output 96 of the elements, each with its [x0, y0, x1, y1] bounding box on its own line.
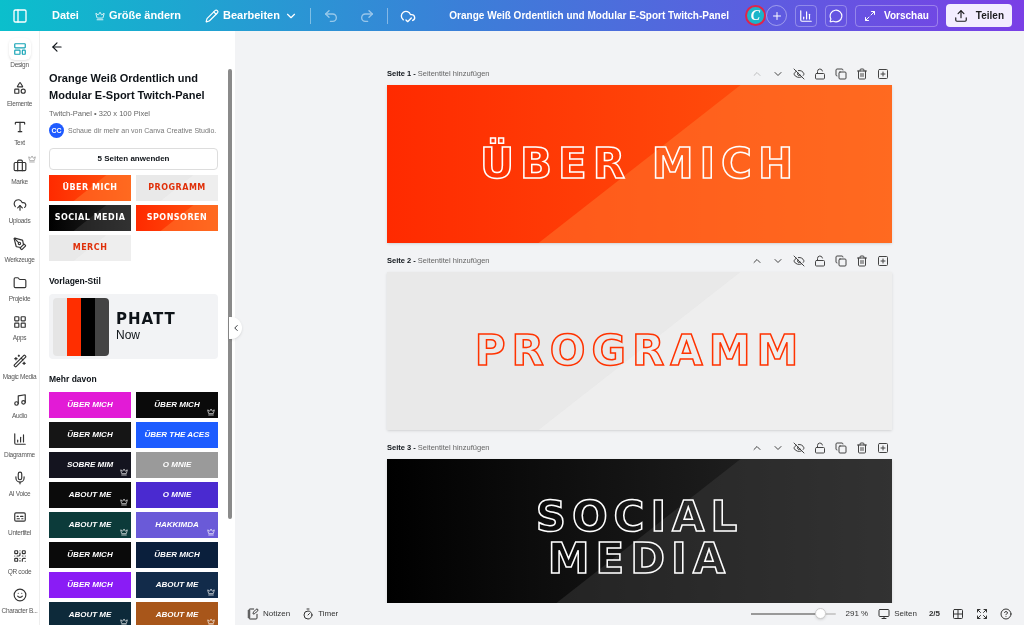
template-thumbnail[interactable]: ÜBER MICH	[49, 541, 131, 568]
lock-icon[interactable]	[814, 255, 826, 267]
page-thumbnail[interactable]: PROGRAMM	[136, 175, 218, 202]
page-canvas[interactable]: SOCIAL MEDIA	[387, 459, 892, 603]
color-swatch	[81, 297, 95, 356]
template-thumbnail[interactable]: ÜBER MICH	[49, 421, 131, 448]
folder-icon	[12, 276, 27, 290]
template-thumbnail[interactable]: O MNIE	[136, 481, 218, 508]
template-thumbnail[interactable]: ÜBER MICH	[136, 391, 218, 418]
share-icon	[953, 8, 968, 23]
crown-icon	[120, 467, 128, 476]
template-title: Orange Weiß Ordentlich und Modular E-Sport Twitch-Panel	[49, 71, 206, 103]
trash-icon[interactable]	[856, 442, 868, 454]
duplicate-icon[interactable]	[835, 442, 847, 454]
apply-pages-button[interactable]: 5 Seiten anwenden	[49, 148, 218, 171]
crown-icon	[120, 497, 128, 506]
cloud-upload-icon	[12, 198, 27, 212]
add-page-icon[interactable]	[877, 442, 889, 454]
hide-icon[interactable]	[793, 68, 805, 80]
crown-icon	[207, 617, 215, 625]
crown-icon	[120, 617, 128, 625]
lock-icon[interactable]	[814, 442, 826, 454]
crown-icon	[207, 527, 215, 536]
preview-button[interactable]: Vorschau	[855, 4, 938, 27]
qr-code-icon	[12, 549, 27, 563]
trash-icon[interactable]	[856, 68, 868, 80]
briefcase-icon	[12, 159, 27, 173]
design-title[interactable]: Orange Weiß Ordentlich und Modular E-Sport Twitch-Panel	[449, 8, 729, 23]
notes-button[interactable]: Notizen	[247, 608, 291, 620]
crown-icon	[27, 155, 36, 163]
pen-icon	[12, 237, 27, 251]
captions-icon	[12, 510, 27, 524]
pencil-icon	[205, 8, 220, 23]
music-icon	[12, 393, 27, 407]
hide-icon[interactable]	[793, 442, 805, 454]
add-page-icon[interactable]	[877, 68, 889, 80]
template-thumbnail[interactable]: ÜBER MICH	[136, 541, 218, 568]
page-thumbnail[interactable]: MERCH	[49, 235, 131, 262]
sidebar-toggle-icon[interactable]	[12, 7, 28, 24]
notes-icon	[247, 608, 259, 620]
color-swatch	[95, 297, 109, 356]
zoom-reading: 291 %	[845, 608, 869, 620]
trash-icon[interactable]	[856, 255, 868, 267]
grid-icon	[12, 315, 27, 329]
smiley-icon	[12, 588, 27, 602]
grid-view-icon[interactable]	[952, 608, 964, 620]
comment-button[interactable]	[825, 4, 847, 27]
wand-icon	[12, 354, 27, 368]
bar-chart-icon	[799, 8, 813, 23]
bar-chart-icon	[12, 432, 27, 446]
duplicate-icon[interactable]	[835, 68, 847, 80]
page-canvas[interactable]: ÜBER MICH	[387, 85, 892, 243]
template-thumbnail[interactable]: ÜBER THE ACES	[136, 421, 218, 448]
text-icon	[12, 120, 27, 134]
color-swatch	[53, 297, 67, 356]
font-name: PHATT	[116, 310, 176, 328]
template-thumbnail[interactable]: ABOUT ME	[136, 571, 218, 598]
template-thumbnail[interactable]: ÜBER MICH	[49, 571, 131, 598]
stopwatch-icon	[302, 608, 315, 620]
pages-icon	[878, 608, 891, 620]
shapes-icon	[12, 81, 27, 95]
color-swatch	[67, 297, 81, 356]
template-thumbnail[interactable]: ABOUT ME	[49, 481, 131, 508]
template-thumbnail[interactable]: ABOUT ME	[49, 601, 131, 625]
insights-button[interactable]	[795, 4, 817, 27]
page-counter: 2/5	[928, 608, 940, 620]
add-page-icon[interactable]	[877, 255, 889, 267]
style-card[interactable]: PHATT Now	[49, 294, 218, 359]
timer-button[interactable]: Timer	[302, 608, 339, 620]
font-subtitle: Now	[116, 328, 141, 343]
page-thumbnail[interactable]: SOCIAL MEDIA	[49, 205, 131, 232]
template-thumbnail[interactable]: SOBRE MIM	[49, 451, 131, 478]
template-thumbnail[interactable]: ABOUT ME	[136, 601, 218, 625]
crown-icon	[120, 527, 128, 536]
pages-button[interactable]: Seiten	[878, 608, 917, 620]
section-heading: Mehr davon	[49, 373, 98, 386]
help-icon[interactable]	[1000, 608, 1012, 620]
expand-icon	[864, 9, 876, 22]
hide-icon[interactable]	[793, 255, 805, 267]
share-button[interactable]: Teilen	[945, 4, 1012, 27]
comment-icon	[829, 8, 843, 23]
page-thumbnail[interactable]: ÜBER MICH	[49, 175, 131, 202]
duplicate-icon[interactable]	[835, 255, 847, 267]
crown-icon	[94, 10, 105, 21]
design-icon	[12, 42, 27, 56]
plus-icon	[770, 9, 783, 22]
section-heading: Vorlagen-Stil	[49, 275, 102, 288]
template-thumbnail[interactable]: ABOUT ME	[49, 511, 131, 538]
crown-icon	[207, 587, 215, 596]
template-thumbnail[interactable]: HAKKIMDA	[136, 511, 218, 538]
template-thumbnail[interactable]: ÜBER MICH	[49, 391, 131, 418]
fullscreen-icon[interactable]	[976, 608, 988, 620]
crown-icon	[207, 407, 215, 416]
microphone-icon	[12, 471, 27, 485]
lock-icon[interactable]	[814, 68, 826, 80]
zoom-slider-thumb[interactable]	[815, 608, 827, 619]
